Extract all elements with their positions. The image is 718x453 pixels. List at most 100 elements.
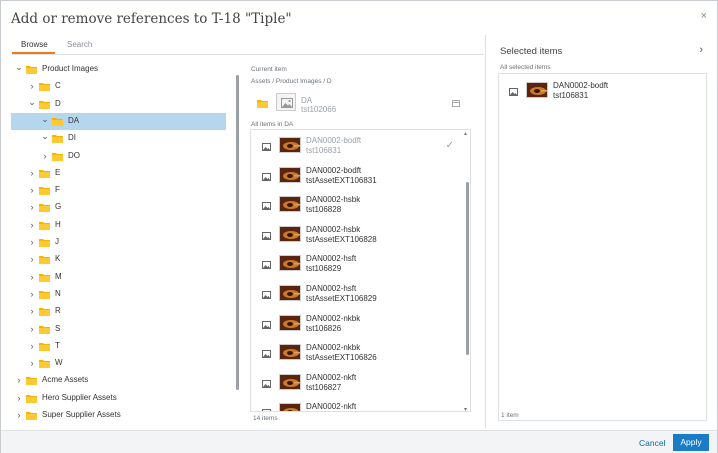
asset-thumbnail	[279, 137, 301, 153]
tree-item[interactable]: › F	[11, 182, 226, 199]
chevron-right-icon[interactable]: ›	[28, 289, 36, 299]
current-item-label: Current item	[251, 66, 287, 73]
tree-item[interactable]: › DO	[11, 148, 226, 165]
chevron-right-icon[interactable]: ›	[28, 358, 36, 368]
chevron-right-icon[interactable]: ›	[15, 393, 23, 403]
tree-item[interactable]: › Hero Supplier Assets	[11, 390, 226, 407]
items-panel: Current item Assets / Product Images / D…	[250, 59, 475, 425]
item-name: DAN0002-hsbk	[306, 224, 361, 234]
chevron-right-icon[interactable]: ›	[28, 81, 36, 91]
tree-item[interactable]: ⌄ D	[11, 96, 226, 113]
close-icon[interactable]: ×	[701, 10, 707, 22]
tree-item-label: R	[55, 306, 61, 316]
selected-items-list: DAN0002-bodft tst106831	[498, 73, 707, 421]
chevron-right-icon[interactable]: ›	[699, 44, 703, 56]
list-item[interactable]: DAN0002-bodft tst106831 ✓	[251, 133, 462, 162]
cancel-button[interactable]: Cancel	[639, 438, 665, 448]
list-item[interactable]: DAN0002-nkft	[251, 399, 462, 411]
list-item[interactable]: DAN0002-nkft tst106827	[251, 370, 462, 399]
chevron-right-icon[interactable]: ›	[28, 272, 36, 282]
folder-icon	[39, 239, 50, 247]
image-icon	[262, 320, 271, 329]
items-scrollbar-thumb[interactable]	[466, 182, 469, 355]
tab-browse[interactable]: Browse	[21, 40, 48, 49]
scroll-down-icon[interactable]: ▾	[464, 406, 467, 411]
chevron-right-icon[interactable]: ›	[28, 324, 36, 334]
tree-item-label: T	[55, 340, 60, 350]
items-scrollbar[interactable]: ▴ ▾	[464, 130, 470, 411]
tree-item[interactable]: ⌄ DI	[11, 130, 226, 147]
image-icon	[262, 379, 271, 388]
tree-scrollbar[interactable]	[235, 73, 240, 420]
dialog-title: Add or remove references to T-18 "Tiple"	[11, 11, 292, 27]
chevron-right-icon[interactable]: ›	[28, 237, 36, 247]
tree-item[interactable]: › E	[11, 165, 226, 182]
tree-item[interactable]: › H	[11, 217, 226, 234]
item-id: tst106831	[306, 146, 342, 155]
list-item[interactable]: DAN0002-hsbk tstAssetEXT106828	[251, 222, 462, 251]
chevron-down-icon[interactable]: ⌄	[41, 131, 49, 141]
chevron-right-icon[interactable]: ›	[41, 151, 49, 161]
items-list: DAN0002-nkft DAN0002-nkft tst106827 DAN0002…	[250, 129, 471, 412]
tree-item-label: K	[55, 254, 61, 264]
tab-bar: Browse Search	[12, 38, 484, 55]
tree-item[interactable]: ⌄ Product Images	[11, 61, 226, 78]
tree-item[interactable]: ⌄ DA	[11, 112, 226, 130]
folder-icon	[39, 325, 50, 334]
chevron-right-icon[interactable]: ›	[28, 185, 36, 195]
list-item[interactable]: DAN0002-bodft tstAssetEXT106831	[251, 163, 462, 192]
chevron-right-icon[interactable]: ›	[28, 202, 36, 212]
list-item[interactable]: DAN0002-hsft tstAssetEXT106829	[251, 281, 462, 310]
tree-item[interactable]: › Acme Assets	[11, 372, 226, 389]
folder-icon	[52, 152, 63, 161]
chevron-right-icon[interactable]: ›	[28, 220, 36, 230]
folder-icon	[39, 308, 50, 317]
tree-item-label: J	[55, 237, 59, 246]
chevron-down-icon[interactable]: ⌄	[15, 62, 23, 72]
open-item-icon[interactable]	[452, 100, 460, 107]
image-icon	[509, 88, 518, 96]
tree-item[interactable]: › K	[11, 251, 226, 268]
tree-item-label: Product Images	[42, 64, 99, 73]
item-id: tstAssetEXT106828	[306, 234, 377, 244]
scroll-up-icon[interactable]: ▴	[464, 130, 467, 137]
list-item[interactable]: DAN0002-nkbk tst106826	[251, 311, 462, 340]
asset-thumbnail	[279, 373, 301, 390]
tree-item[interactable]: › J	[11, 234, 226, 251]
asset-thumbnail	[279, 344, 301, 361]
tab-search[interactable]: Search	[67, 40, 92, 49]
chevron-right-icon[interactable]: ›	[28, 254, 36, 264]
image-icon	[262, 350, 271, 359]
apply-button[interactable]: Apply	[673, 434, 709, 451]
tree-item[interactable]: › C	[11, 78, 226, 95]
tree-item[interactable]: › Super Supplier Assets	[11, 407, 226, 424]
list-item[interactable]: DAN0002-hsft tst106829	[251, 251, 462, 280]
folder-icon	[52, 135, 63, 144]
tree-item[interactable]: › G	[11, 199, 226, 216]
selected-item[interactable]: DAN0002-bodft tst106831	[498, 78, 709, 107]
tree-item[interactable]: › S	[11, 321, 226, 338]
tree-item[interactable]: › M	[11, 269, 226, 286]
tree-scrollbar-thumb[interactable]	[236, 75, 239, 390]
list-item[interactable]: DAN0002-hsbk tst106828	[251, 192, 462, 221]
tree-item-label: F	[55, 185, 60, 195]
chevron-right-icon[interactable]: ›	[15, 375, 23, 385]
chevron-down-icon[interactable]: ⌄	[41, 114, 49, 124]
chevron-right-icon[interactable]: ›	[28, 341, 36, 351]
tree-item[interactable]: › W	[11, 355, 226, 372]
chevron-right-icon[interactable]: ›	[28, 306, 36, 316]
image-placeholder-icon	[281, 98, 293, 108]
tree-item-label: E	[55, 167, 61, 177]
folder-icon	[39, 342, 50, 351]
dialog-header: Add or remove references to T-18 "Tiple"…	[1, 1, 717, 35]
tree-item[interactable]: › T	[11, 338, 226, 355]
list-item[interactable]: DAN0002-nkbk tstAssetEXT106826	[251, 340, 462, 369]
tree-item[interactable]: › N	[11, 286, 226, 303]
chevron-right-icon[interactable]: ›	[28, 168, 36, 178]
selected-items-title: Selected items	[500, 46, 563, 57]
tree-item-label: Acme Assets	[42, 375, 89, 385]
chevron-right-icon[interactable]: ›	[15, 410, 23, 420]
chevron-down-icon[interactable]: ⌄	[28, 97, 36, 107]
tree-item-label: D	[55, 98, 61, 108]
tree-item[interactable]: › R	[11, 303, 226, 320]
